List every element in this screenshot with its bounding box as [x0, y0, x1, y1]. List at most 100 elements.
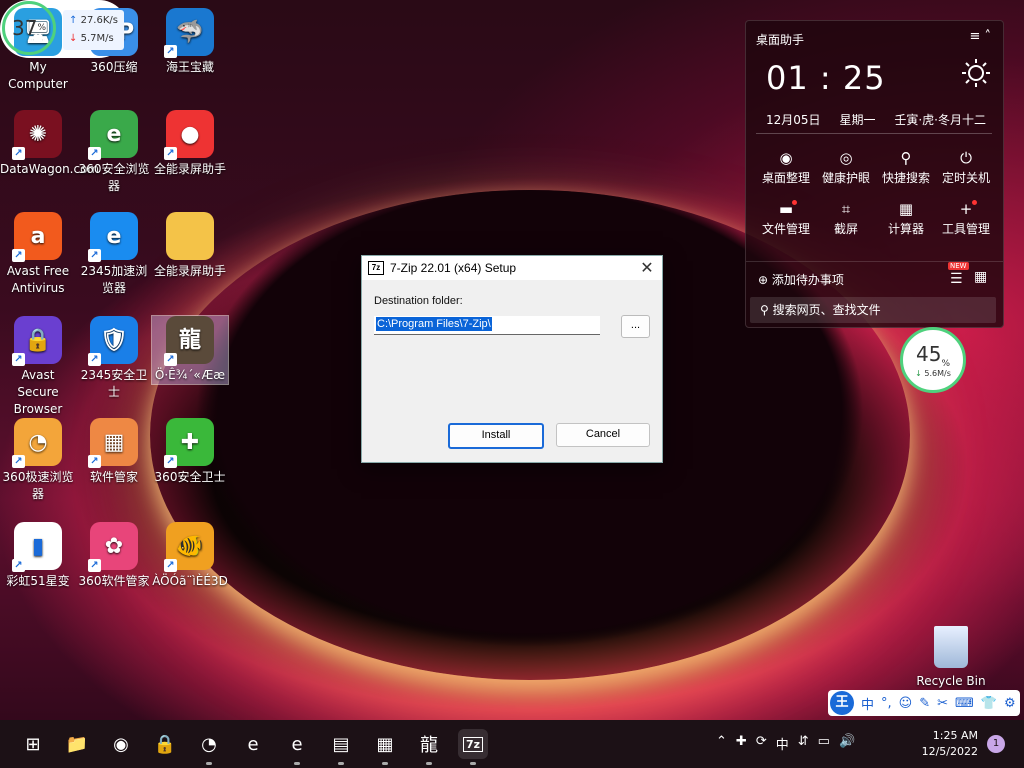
widget-tool-5[interactable]: ⌗ 截屏 [816, 200, 876, 237]
taskbar-360speed-icon[interactable]: ◔ [194, 729, 224, 765]
desktop-icon-360softmgr[interactable]: ✿ ↗ 360软件管家 [76, 522, 152, 590]
desktop-icon-360speed[interactable]: ◔ ↗ 360极速浏览器 [0, 418, 76, 503]
desktop-icon-avast[interactable]: a ↗ Avast Free Antivirus [0, 212, 76, 297]
destination-value: C:\Program Files\7-Zip\ [376, 317, 492, 331]
taskbar-glyph: 龍 [420, 735, 438, 756]
desktop-icon-dragon[interactable]: 龍 ↗ Ö·Ê¾´«Ææ [151, 315, 229, 385]
taskbar: ⊞ 📁 ◉ 🔒 ◔ e e ▤ ▦ 龍 7z ⌃ ✚ ⟳ 中 ⇵ ▭ 🔊 1:25 AM 12/5/2022 1 [0, 720, 1024, 768]
desktop-icon-datawagon[interactable]: ✺ ↗ DataWagon.com [0, 110, 99, 178]
tray-icon-1[interactable]: ✚ [736, 734, 747, 753]
shortcut-arrow-icon: ↗ [164, 147, 177, 160]
add-todo-button[interactable]: ⊕ 添加待办事项 [758, 271, 844, 288]
tool-label: 计算器 [887, 222, 924, 236]
tray-icon-4[interactable]: ⇵ [798, 734, 809, 753]
widget-tool-2[interactable]: ⚲ 快捷搜索 [876, 149, 936, 186]
system-tray: ⌃ ✚ ⟳ 中 ⇵ ▭ 🔊 [716, 734, 855, 753]
widget-tool-6[interactable]: ▦ 计算器 [876, 200, 936, 237]
tool-label: 工具管理 [941, 222, 990, 236]
widget-tool-0[interactable]: ◉ 桌面整理 [756, 149, 816, 186]
desktop-icon-label: 360安全卫士 [154, 470, 226, 484]
memory-gauge[interactable]: 45% ↓ 5.6M/s [900, 327, 966, 393]
ime-item-1[interactable]: °, [881, 696, 892, 711]
notification-dot [792, 200, 797, 205]
taskbar-avast-browser-icon[interactable]: 🔒 [150, 729, 180, 759]
ime-item-0[interactable]: 中 [861, 694, 874, 713]
destination-input[interactable]: C:\Program Files\7-Zip\ [374, 316, 600, 335]
ime-item-2[interactable]: ☺ [899, 696, 913, 711]
notification-badge[interactable]: 1 [987, 735, 1005, 753]
desktop-icon-recorder1[interactable]: ● ↗ 全能录屏助手 [152, 110, 228, 178]
destination-label: Destination folder: [374, 295, 463, 307]
2345guard-icon: 🛡 ↗ [88, 316, 138, 366]
widget-tool-7[interactable]: + 工具管理 [936, 200, 996, 237]
add-list-icon[interactable]: ☰ [950, 271, 963, 287]
taskbar-clock[interactable]: 1:25 AM 12/5/2022 [918, 728, 978, 760]
ime-item-7[interactable]: ⚙ [1004, 696, 1016, 711]
ime-item-6[interactable]: 👕 [981, 696, 997, 711]
taskbar-dragon-icon[interactable]: 龍 [414, 729, 444, 765]
taskbar-360browser-icon[interactable]: e [238, 729, 268, 759]
taskbar-glyph: e [247, 733, 259, 755]
widget-tool-1[interactable]: ◎ 健康护眼 [816, 149, 876, 186]
ime-item-3[interactable]: ✎ [919, 696, 930, 711]
widget-tool-4[interactable]: ▬ 文件管理 [756, 200, 816, 237]
widget-search-input[interactable]: ⚲ 搜索网页、查找文件 [750, 297, 996, 323]
desktop-icon-label: Avast Free Antivirus [6, 264, 70, 295]
desktop-icon-360browser[interactable]: e ↗ 360安全浏览器 [76, 110, 152, 195]
tray-icon-0[interactable]: ⌃ [716, 734, 727, 753]
running-indicator [206, 762, 212, 765]
widget-tool-3[interactable]: ⏻ 定时关机 [936, 149, 996, 186]
tray-icon-6[interactable]: 🔊 [839, 734, 855, 753]
desktop-icon-avast-browser[interactable]: 🔒 ↗ Avast Secure Browser [0, 316, 76, 418]
desktop-icon-2345guard[interactable]: 🛡 ↗ 2345安全卫士 [76, 316, 152, 401]
7zip-icon: 7z [368, 261, 384, 275]
desktop-icon-fish3d[interactable]: 🐠 ↗ ÀÖÓã¨ìÈÉ3D [152, 522, 228, 590]
tray-icon-2[interactable]: ⟳ [756, 734, 767, 753]
taskbar-7zip-icon[interactable]: 7z [458, 729, 488, 765]
desktop-icon-haiwang[interactable]: 🦈 ↗ 海王宝藏 [152, 8, 228, 76]
taskbar-ie-icon[interactable]: e [282, 729, 312, 765]
avast-browser-icon: 🔒 ↗ [12, 316, 62, 366]
recorder1-icon: ● ↗ [164, 110, 214, 160]
desktop-icon-softmgr[interactable]: ▦ ↗ 软件管家 [76, 418, 152, 486]
taskbar-softmgr-icon[interactable]: ▦ [370, 729, 400, 765]
download-arrow-icon: ↓ [69, 33, 78, 44]
widget-title: 桌面助手 [756, 33, 805, 47]
install-button[interactable]: Install [448, 423, 544, 449]
tool-label: 截屏 [833, 222, 858, 236]
close-button[interactable]: ✕ [632, 258, 662, 278]
gauge-percent: 45 [915, 342, 942, 366]
desktop-icon-2345browser[interactable]: e ↗ 2345加速浏览器 [76, 212, 152, 297]
divider [756, 133, 992, 134]
recycle-bin-icon[interactable]: Recycle Bin [913, 624, 989, 688]
ime-item-4[interactable]: ✂ [937, 696, 948, 711]
shortcut-arrow-icon: ↗ [12, 249, 25, 262]
desktop-icon-folder[interactable]: 全能录屏助手 [152, 212, 228, 280]
shortcut-arrow-icon: ↗ [12, 353, 25, 366]
sun-icon [962, 59, 990, 87]
browse-button[interactable]: ... [621, 315, 650, 338]
desktop-icon-label: 360软件管家 [78, 574, 150, 588]
desktop-icon-360guard[interactable]: ✚ ↗ 360安全卫士 [152, 418, 228, 486]
running-indicator [382, 762, 388, 765]
desktop-icon-caihong[interactable]: ▮ ↗ 彩虹51星变 [0, 522, 76, 590]
dialog-titlebar[interactable]: 7z 7-Zip 22.01 (x64) Setup ✕ [362, 256, 662, 280]
cancel-button[interactable]: Cancel [556, 423, 650, 447]
taskbar-glyph: ◔ [201, 733, 217, 755]
qr-code-icon[interactable]: ▦ [974, 269, 987, 285]
shortcut-arrow-icon: ↗ [88, 353, 101, 366]
taskbar-monitor-icon[interactable]: ▤ [326, 729, 356, 765]
taskbar-chrome-icon[interactable]: ◉ [106, 729, 136, 759]
taskbar-explorer-icon[interactable]: 📁 [62, 729, 92, 759]
upload-arrow-icon: ↑ [69, 15, 78, 26]
tray-icon-5[interactable]: ▭ [818, 734, 830, 753]
shortcut-arrow-icon: ↗ [88, 147, 101, 160]
widget-clock: 01 : 25 [766, 59, 886, 97]
ime-logo[interactable]: 王 [830, 691, 854, 715]
taskbar-start-icon[interactable]: ⊞ [18, 729, 48, 759]
ime-item-5[interactable]: ⌨ [955, 696, 974, 711]
tray-icon-3[interactable]: 中 [776, 734, 789, 753]
tool-icon: ⏻ [960, 149, 972, 167]
desktop-icon-label: ÀÖÓã¨ìÈÉ3D [152, 574, 228, 588]
widget-menu-icon[interactable]: ≡ ˄ [969, 29, 991, 44]
